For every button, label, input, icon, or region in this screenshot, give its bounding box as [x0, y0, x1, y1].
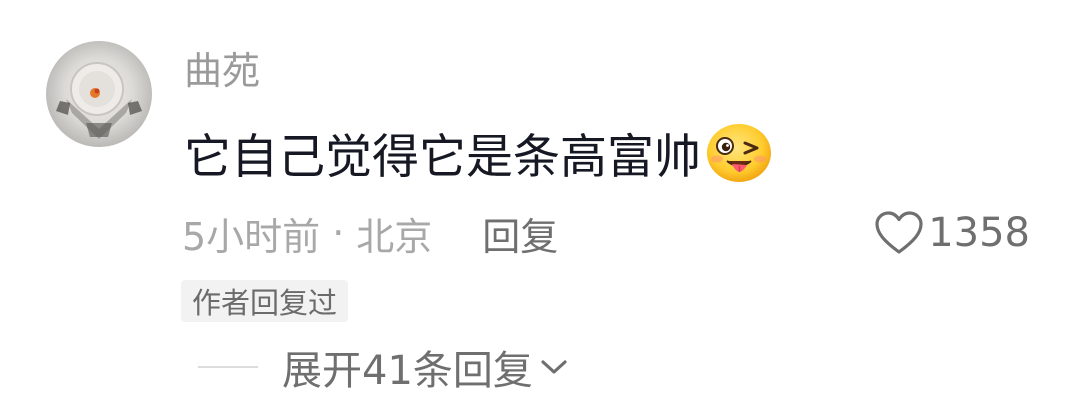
- comment-location: 北京: [356, 214, 433, 259]
- meta-separator: ·: [332, 211, 345, 255]
- grinning-tongue-wink-emoji-icon: [705, 121, 773, 183]
- expand-replies-label[interactable]: 展开41条回复: [282, 338, 533, 396]
- divider-line: [198, 366, 258, 368]
- author-replied-badge: 作者回复过: [181, 280, 349, 322]
- comment-text: 它自己觉得它是条高富帅: [184, 121, 773, 185]
- reply-button[interactable]: 回复: [482, 206, 558, 261]
- comment-meta: 5小时前 · 北京 回复: [182, 207, 558, 259]
- comment-body: 它自己觉得它是条高富帅: [184, 129, 701, 185]
- chevron-down-icon[interactable]: [539, 357, 569, 377]
- heart-outline-icon[interactable]: [874, 210, 924, 256]
- avatar-image: [56, 62, 142, 139]
- like-button[interactable]: 1358: [874, 207, 1030, 259]
- expand-replies-button[interactable]: 展开41条回复: [198, 340, 569, 394]
- comment-time: 5小时前: [182, 214, 321, 259]
- username[interactable]: 曲苑: [184, 48, 260, 94]
- like-count: 1358: [928, 210, 1030, 256]
- comment-item: 曲苑 它自己觉得它是条高富帅 5小时前 · 北京 回复 1358 作者回复过 展…: [0, 0, 1080, 415]
- avatar[interactable]: [46, 41, 152, 147]
